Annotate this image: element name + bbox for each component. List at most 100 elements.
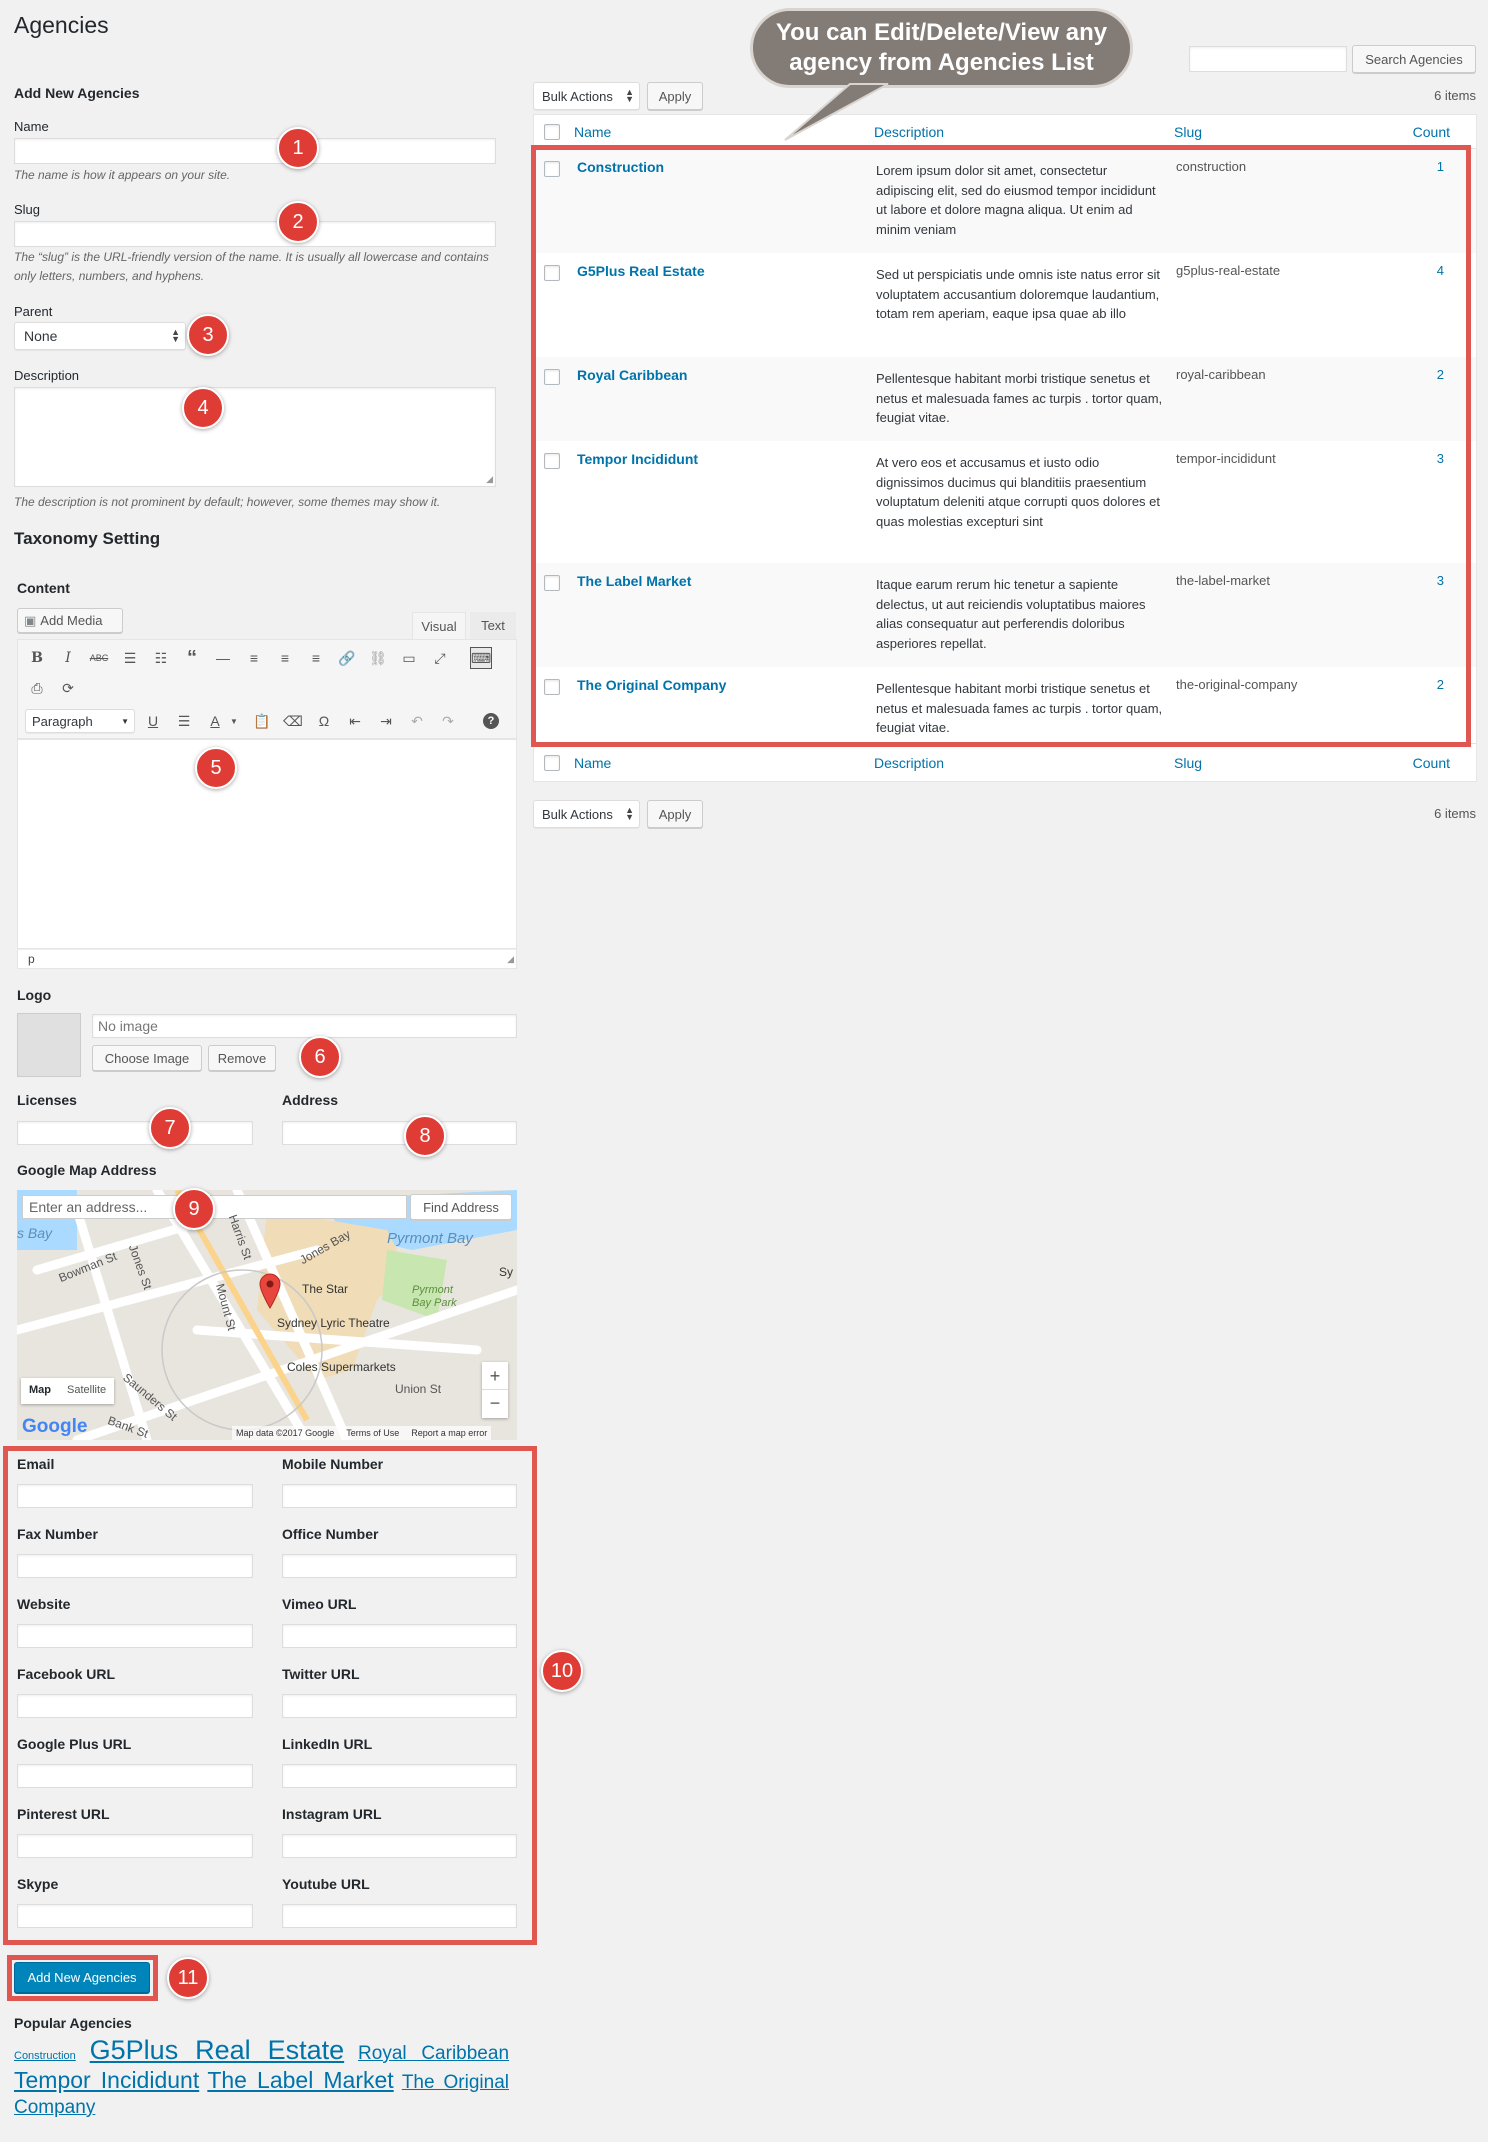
mobile-number-input[interactable]	[282, 1484, 517, 1508]
align-center-icon[interactable]: ≡	[274, 647, 296, 669]
tag-g5plus-real-estate[interactable]: G5Plus Real Estate	[90, 2035, 345, 2065]
facebook-url-input[interactable]	[17, 1694, 253, 1718]
align-left-icon[interactable]: ≡	[243, 647, 265, 669]
undo-icon[interactable]: ↶	[406, 710, 428, 732]
insert-template-icon[interactable]: ⎙	[26, 677, 48, 699]
agency-search-input[interactable]	[1189, 46, 1347, 72]
google-map[interactable]: Enter an address... Find Address Pyrmont…	[17, 1190, 517, 1440]
row-name-link[interactable]: The Label Market	[577, 573, 691, 589]
content-editor[interactable]	[17, 739, 517, 949]
column-name[interactable]: Name	[574, 115, 611, 148]
italic-icon[interactable]: I	[57, 647, 79, 669]
row-checkbox[interactable]	[544, 679, 560, 695]
column-slug-bottom[interactable]: Slug	[1174, 744, 1202, 781]
fullscreen-icon[interactable]: ⤢	[429, 647, 451, 669]
bullet-list-icon[interactable]: ☰	[119, 647, 141, 669]
skype-input[interactable]	[17, 1904, 253, 1928]
office-number-input[interactable]	[282, 1554, 517, 1578]
row-count-link[interactable]: 2	[1437, 677, 1444, 692]
apply-button-top[interactable]: Apply	[647, 82, 703, 110]
bulk-actions-select-bottom[interactable]: Bulk Actions ▲ ▼	[533, 800, 640, 828]
column-name-bottom[interactable]: Name	[574, 744, 611, 781]
column-description-bottom[interactable]: Description	[874, 744, 944, 781]
tag-tempor-incididunt[interactable]: Tempor Incididunt	[14, 2067, 199, 2093]
row-name-link[interactable]: G5Plus Real Estate	[577, 263, 705, 279]
row-name-link[interactable]: The Original Company	[577, 677, 726, 693]
map-type-satellite[interactable]: Satellite	[59, 1378, 114, 1404]
bulk-actions-select-top[interactable]: Bulk Actions ▲ ▼	[533, 82, 640, 110]
apply-button-bottom[interactable]: Apply	[647, 800, 703, 828]
row-checkbox[interactable]	[544, 575, 560, 591]
column-count-bottom[interactable]: Count	[1413, 744, 1450, 781]
zoom-in-icon[interactable]: +	[482, 1362, 508, 1390]
row-count-link[interactable]: 2	[1437, 367, 1444, 382]
search-agencies-button[interactable]: Search Agencies	[1352, 45, 1476, 73]
select-all-checkbox-bottom[interactable]	[544, 755, 560, 771]
row-name-link[interactable]: Construction	[577, 159, 664, 175]
linkedin-url-input[interactable]	[282, 1764, 517, 1788]
name-input[interactable]	[14, 138, 496, 164]
choose-image-button[interactable]: Choose Image	[92, 1045, 202, 1071]
toolbar-toggle-icon[interactable]: ⌨	[470, 647, 492, 669]
refresh-icon[interactable]: ⟳	[57, 677, 79, 699]
horizontal-line-icon[interactable]: —	[212, 647, 234, 669]
tab-visual[interactable]: Visual	[412, 612, 466, 639]
remove-button[interactable]: Remove	[208, 1045, 276, 1071]
resize-handle-icon[interactable]: ◢	[507, 950, 514, 968]
licenses-input[interactable]	[17, 1121, 253, 1145]
tag-the-label-market[interactable]: The Label Market	[207, 2067, 393, 2093]
map-report-link[interactable]: Report a map error	[411, 1428, 487, 1438]
column-slug[interactable]: Slug	[1174, 115, 1202, 148]
bold-icon[interactable]: B	[26, 647, 48, 669]
indent-icon[interactable]: ⇥	[375, 710, 397, 732]
youtube-url-input[interactable]	[282, 1904, 517, 1928]
column-count[interactable]: Count	[1413, 115, 1450, 148]
special-character-icon[interactable]: Ω	[313, 710, 335, 732]
align-right-icon[interactable]: ≡	[305, 647, 327, 669]
instagram-url-input[interactable]	[282, 1834, 517, 1858]
row-checkbox[interactable]	[544, 265, 560, 281]
slug-input[interactable]	[14, 221, 496, 247]
find-address-button[interactable]: Find Address	[410, 1194, 512, 1220]
row-count-link[interactable]: 4	[1437, 263, 1444, 278]
address-input[interactable]	[282, 1121, 517, 1145]
link-icon[interactable]: 🔗	[336, 647, 358, 669]
row-count-link[interactable]: 3	[1437, 451, 1444, 466]
underline-icon[interactable]: U	[142, 710, 164, 732]
website-input[interactable]	[17, 1624, 253, 1648]
row-checkbox[interactable]	[544, 453, 560, 469]
fax-number-input[interactable]	[17, 1554, 253, 1578]
row-name-link[interactable]: Tempor Incididunt	[577, 451, 698, 467]
tag-royal-caribbean[interactable]: Royal Caribbean	[358, 2043, 509, 2064]
format-select[interactable]: Paragraph ▼	[25, 709, 135, 733]
select-all-checkbox[interactable]	[544, 124, 560, 140]
numbered-list-icon[interactable]: ☷	[150, 647, 172, 669]
add-new-agencies-button[interactable]: Add New Agencies	[14, 1962, 150, 1993]
row-count-link[interactable]: 1	[1437, 159, 1444, 174]
map-terms-link[interactable]: Terms of Use	[346, 1428, 399, 1438]
row-checkbox[interactable]	[544, 161, 560, 177]
blockquote-icon[interactable]: “	[181, 647, 203, 669]
paste-text-icon[interactable]: 📋	[251, 710, 273, 732]
logo-url-input[interactable]: No image	[92, 1014, 517, 1038]
row-checkbox[interactable]	[544, 369, 560, 385]
row-count-link[interactable]: 3	[1437, 573, 1444, 588]
google-plus-url-input[interactable]	[17, 1764, 253, 1788]
twitter-url-input[interactable]	[282, 1694, 517, 1718]
help-icon[interactable]: ?	[483, 713, 499, 729]
zoom-out-icon[interactable]: −	[482, 1390, 508, 1418]
email-input[interactable]	[17, 1484, 253, 1508]
read-more-icon[interactable]: ▭	[398, 647, 420, 669]
add-media-button[interactable]: ▣ Add Media	[17, 608, 123, 633]
tag-construction[interactable]: Construction	[14, 2050, 76, 2062]
resize-handle-icon[interactable]: ◢	[486, 474, 493, 485]
vimeo-url-input[interactable]	[282, 1624, 517, 1648]
caret-down-icon[interactable]: ▼	[223, 710, 245, 732]
parent-select[interactable]: None ▲ ▼	[14, 322, 186, 350]
map-type-map[interactable]: Map	[21, 1378, 59, 1404]
outdent-icon[interactable]: ⇤	[344, 710, 366, 732]
map-marker-icon[interactable]	[259, 1273, 281, 1309]
clear-formatting-icon[interactable]: ⌫	[282, 710, 304, 732]
unlink-icon[interactable]: ⛓	[367, 647, 389, 669]
strikethrough-icon[interactable]: ABC	[88, 647, 110, 669]
